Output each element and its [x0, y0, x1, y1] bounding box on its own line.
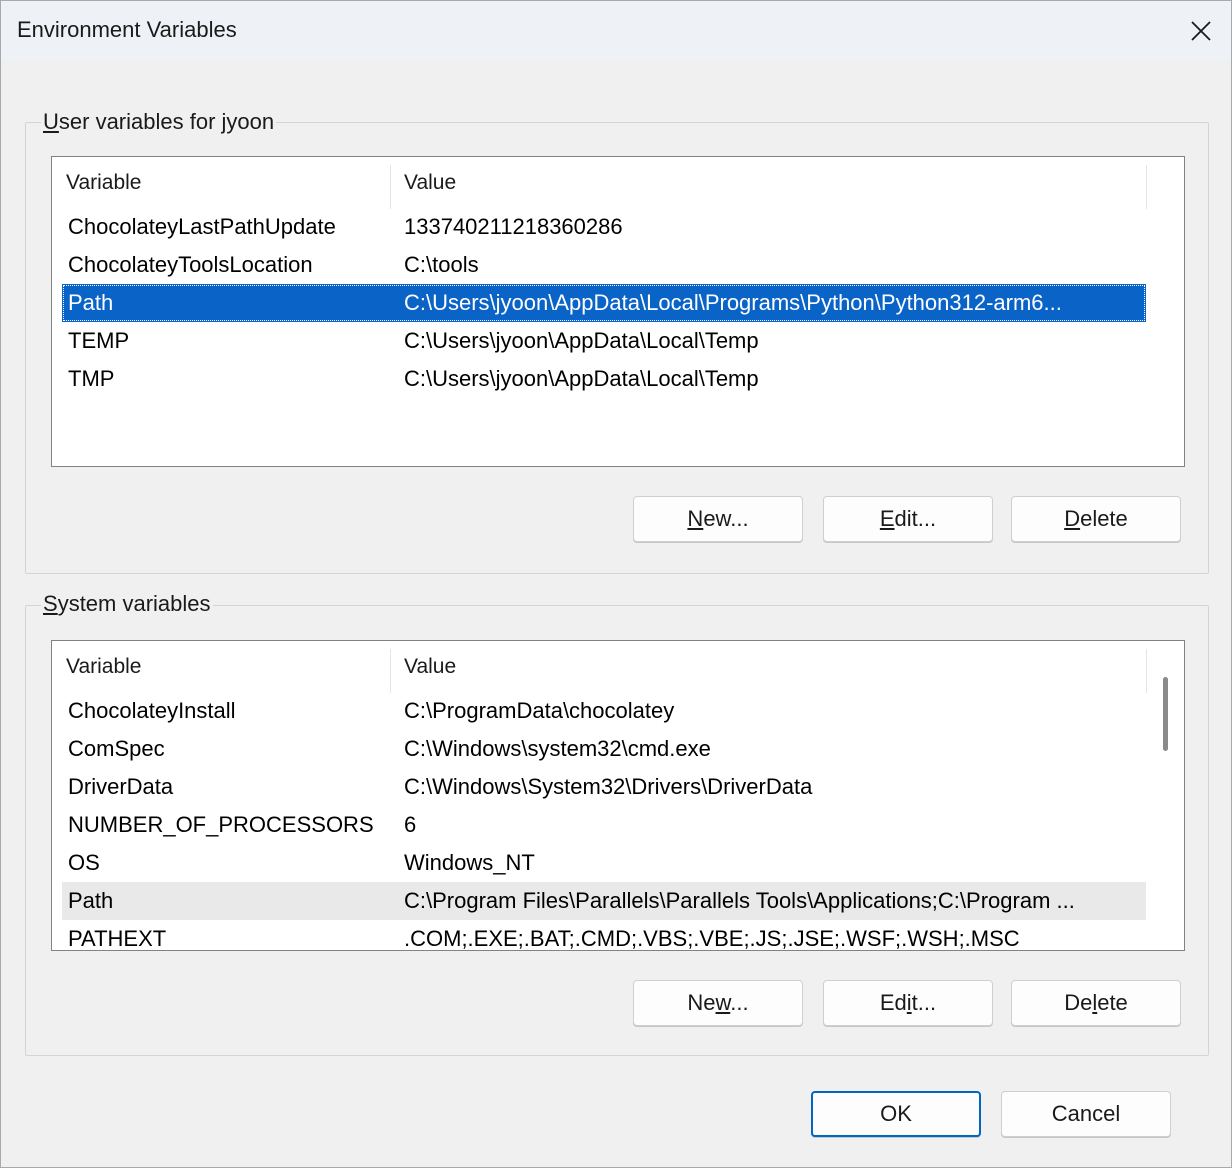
title-bar: Environment Variables	[1, 1, 1231, 61]
environment-variables-dialog: Environment Variables User variables for…	[0, 0, 1232, 1168]
close-button[interactable]	[1171, 1, 1231, 61]
user-variables-list[interactable]: Variable Value ChocolateyLastPathUpdate 1…	[51, 156, 1185, 467]
table-row[interactable]: ChocolateyLastPathUpdate 1337402112183602…	[62, 208, 1146, 246]
table-row[interactable]: ComSpec C:\Windows\system32\cmd.exe	[62, 730, 1146, 768]
system-new-button[interactable]: New...	[633, 980, 803, 1026]
system-variables-label: System variables	[41, 591, 213, 617]
table-row[interactable]: TEMP C:\Users\jyoon\AppData\Local\Temp	[62, 322, 1146, 360]
system-delete-button[interactable]: Delete	[1011, 980, 1181, 1026]
system-variables-list[interactable]: Variable Value ChocolateyInstall C:\Progr…	[51, 640, 1185, 951]
column-divider[interactable]	[1146, 649, 1147, 693]
table-row[interactable]: TMP C:\Users\jyoon\AppData\Local\Temp	[62, 360, 1146, 398]
system-edit-button[interactable]: Edit...	[823, 980, 993, 1026]
column-header-variable[interactable]: Variable	[52, 157, 390, 209]
list-header: Variable Value	[52, 157, 1147, 209]
cancel-button[interactable]: Cancel	[1001, 1091, 1171, 1137]
ok-button[interactable]: OK	[811, 1091, 981, 1137]
table-row[interactable]: NUMBER_OF_PROCESSORS 6	[62, 806, 1146, 844]
user-delete-button[interactable]: Delete	[1011, 496, 1181, 542]
table-row[interactable]: ChocolateyToolsLocation C:\tools	[62, 246, 1146, 284]
table-row[interactable]: PATHEXT .COM;.EXE;.BAT;.CMD;.VBS;.VBE;.JS…	[62, 920, 1146, 950]
table-row[interactable]: OS Windows_NT	[62, 844, 1146, 882]
list-header: Variable Value	[52, 641, 1147, 693]
table-row[interactable]: DriverData C:\Windows\System32\Drivers\Dr…	[62, 768, 1146, 806]
vertical-scrollbar-thumb[interactable]	[1163, 677, 1168, 751]
column-header-value[interactable]: Value	[390, 157, 1146, 209]
user-edit-button[interactable]: Edit...	[823, 496, 993, 542]
table-row-hovered[interactable]: Path C:\Program Files\Parallels\Parallels…	[62, 882, 1146, 920]
user-variables-label: User variables for jyoon	[41, 109, 277, 135]
column-header-variable[interactable]: Variable	[52, 641, 390, 693]
table-row-selected[interactable]: Path C:\Users\jyoon\AppData\Local\Program…	[62, 284, 1146, 322]
column-divider[interactable]	[1146, 165, 1147, 209]
close-icon	[1191, 21, 1211, 41]
user-new-button[interactable]: New...	[633, 496, 803, 542]
table-row[interactable]: ChocolateyInstall C:\ProgramData\chocolat…	[62, 692, 1146, 730]
window-title: Environment Variables	[17, 17, 237, 42]
column-header-value[interactable]: Value	[390, 641, 1146, 693]
